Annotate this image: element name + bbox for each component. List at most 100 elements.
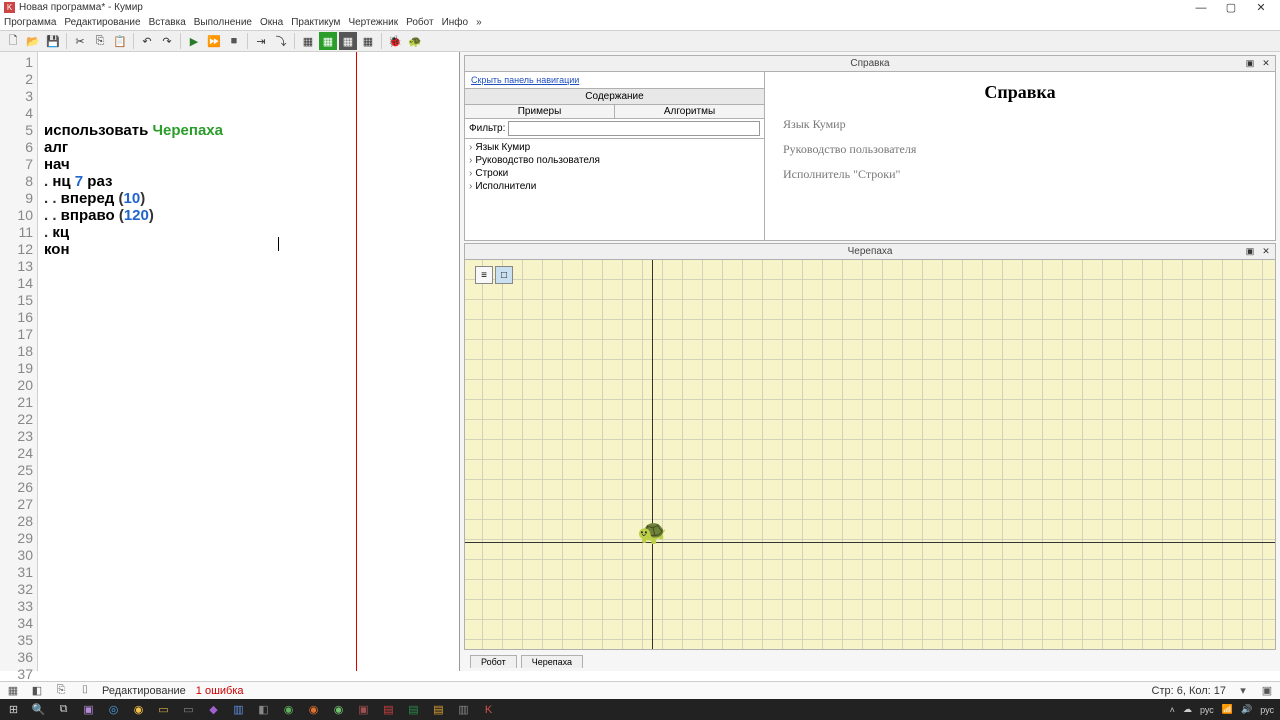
main-area: 1234567891011121314151617181920212223242… — [0, 52, 1280, 671]
run-fast-button[interactable]: ⏩ — [205, 32, 223, 50]
chrome-icon[interactable]: ◉ — [127, 701, 150, 719]
menu-»[interactable]: » — [476, 17, 482, 28]
help-restore-button[interactable]: ▣ — [1243, 58, 1257, 70]
open-button[interactable]: 📂 — [24, 32, 42, 50]
wifi-icon[interactable]: 📶 — [1222, 704, 1233, 715]
sb-end2[interactable]: ▣ — [1260, 684, 1274, 698]
menu-Редактирование[interactable]: Редактирование — [64, 17, 140, 28]
help-content: Справка Язык КумирРуководство пользовате… — [765, 72, 1275, 240]
actor1-button[interactable]: 🐞 — [386, 32, 404, 50]
sb-icon3[interactable]: ⎘ — [54, 684, 68, 698]
status-error: 1 ошибка — [196, 685, 244, 697]
hide-nav-link[interactable]: Скрыть панель навигации — [465, 72, 764, 88]
filter-label: Фильтр: — [469, 123, 505, 134]
app2-icon[interactable]: ▭ — [177, 701, 200, 719]
grid-green-button[interactable]: ▦ — [319, 32, 337, 50]
menu-Вставка[interactable]: Вставка — [149, 17, 186, 28]
cut-button[interactable]: ✂ — [71, 32, 89, 50]
app7-icon[interactable]: ◉ — [327, 701, 350, 719]
menu-Практикум[interactable]: Практикум — [291, 17, 340, 28]
toc-item[interactable]: Язык Кумир — [469, 141, 760, 154]
maximize-button[interactable]: ▢ — [1216, 0, 1246, 15]
search-icon[interactable]: 🔍 — [27, 701, 50, 719]
sb-icon2[interactable]: ◧ — [30, 684, 44, 698]
bottom-tab-Робот[interactable]: Робот — [470, 655, 517, 668]
undo-button[interactable]: ↶ — [138, 32, 156, 50]
help-link[interactable]: Язык Кумир — [783, 117, 1257, 132]
vs-icon[interactable]: ◆ — [202, 701, 225, 719]
stop-button[interactable]: ■ — [225, 32, 243, 50]
sb-icon4[interactable]: ⌷ — [78, 684, 92, 698]
window-buttons: — ▢ ✕ — [1186, 0, 1276, 15]
actor2-button[interactable]: 🐢 — [406, 32, 424, 50]
grid-large-button[interactable]: ▦ — [299, 32, 317, 50]
menu-Программа[interactable]: Программа — [4, 17, 56, 28]
help-link[interactable]: Исполнитель "Строки" — [783, 167, 1257, 182]
x-axis — [465, 542, 1275, 543]
kumir-task-icon[interactable]: K — [477, 701, 500, 719]
app9-icon[interactable]: ▤ — [427, 701, 450, 719]
turtle-reset-button[interactable]: □ — [495, 266, 513, 284]
toc-item[interactable]: Руководство пользователя — [469, 154, 760, 167]
redo-button[interactable]: ↷ — [158, 32, 176, 50]
minimize-button[interactable]: — — [1186, 0, 1216, 15]
app5-icon[interactable]: ◉ — [277, 701, 300, 719]
copy-button[interactable]: ⎘ — [91, 32, 109, 50]
turtle-menu-button[interactable]: ≡ — [475, 266, 493, 284]
sound-icon[interactable]: 🔊 — [1241, 704, 1252, 715]
taskview-icon[interactable]: ⧉ — [52, 701, 75, 719]
step-button[interactable]: ⇥ — [252, 32, 270, 50]
menu-Выполнение[interactable]: Выполнение — [194, 17, 252, 28]
grid-dark-button[interactable]: ▦ — [339, 32, 357, 50]
start-button[interactable]: ⊞ — [2, 701, 25, 719]
menu-Чертежник[interactable]: Чертежник — [348, 17, 398, 28]
step-into-button[interactable]: ⤵ — [272, 32, 290, 50]
paste-button[interactable]: 📋 — [111, 32, 129, 50]
toc-item[interactable]: Исполнители — [469, 180, 760, 193]
help-subtab-Алгоритмы[interactable]: Алгоритмы — [615, 105, 764, 118]
edge-icon[interactable]: ◎ — [102, 701, 125, 719]
sb-end1[interactable]: ▾ — [1236, 684, 1250, 698]
toc-item[interactable]: Строки — [469, 167, 760, 180]
grid-lines — [465, 260, 1275, 649]
bottom-tab-Черепаха[interactable]: Черепаха — [521, 655, 583, 668]
help-link[interactable]: Руководство пользователя — [783, 142, 1257, 157]
app4-icon[interactable]: ◧ — [252, 701, 275, 719]
app8-icon[interactable]: ▣ — [352, 701, 375, 719]
menu-Инфо[interactable]: Инфо — [442, 17, 469, 28]
y-axis — [652, 260, 653, 649]
menu-Окна[interactable]: Окна — [260, 17, 283, 28]
turtle-panel: Черепаха ▣ ✕ ≡ □ 🐢 — [464, 243, 1276, 650]
cloud-icon[interactable]: ☁ — [1183, 704, 1192, 715]
filter-input[interactable] — [508, 121, 760, 136]
explorer-icon[interactable]: ▭ — [152, 701, 175, 719]
close-button[interactable]: ✕ — [1246, 0, 1276, 15]
help-subtab-Примеры[interactable]: Примеры — [465, 105, 615, 118]
grid-small-button[interactable]: ▦ — [359, 32, 377, 50]
app10-icon[interactable]: ▥ — [452, 701, 475, 719]
tray-lang2[interactable]: рус — [1260, 705, 1274, 715]
code-editor[interactable]: использовать Черепахаалгнач. нц 7 раз. .… — [38, 52, 459, 671]
excel-icon[interactable]: ▤ — [402, 701, 425, 719]
run-button[interactable]: ▶ — [185, 32, 203, 50]
sb-icon1[interactable]: ▦ — [6, 684, 20, 698]
pdf-icon[interactable]: ▤ — [377, 701, 400, 719]
text-cursor — [278, 237, 279, 251]
turtle-title-text: Черепаха — [848, 246, 893, 257]
turtle-canvas[interactable]: ≡ □ 🐢 — [465, 260, 1275, 649]
tray-lang[interactable]: рус — [1200, 705, 1214, 715]
turtle-close-button[interactable]: ✕ — [1259, 246, 1273, 258]
save-button[interactable]: 💾 — [44, 32, 62, 50]
app3-icon[interactable]: ▥ — [227, 701, 250, 719]
app1-icon[interactable]: ▣ — [77, 701, 100, 719]
help-panel-title-text: Справка — [850, 58, 889, 69]
tray-up-icon[interactable]: ˄ — [1170, 705, 1175, 715]
new-button[interactable]: 🗋 — [4, 32, 22, 50]
help-panel-title: Справка ▣ ✕ — [465, 56, 1275, 72]
app6-icon[interactable]: ◉ — [302, 701, 325, 719]
menu-Робот[interactable]: Робот — [406, 17, 433, 28]
help-close-button[interactable]: ✕ — [1259, 58, 1273, 70]
turtle-restore-button[interactable]: ▣ — [1243, 246, 1257, 258]
turtle-panel-title: Черепаха ▣ ✕ — [465, 244, 1275, 260]
help-tab-Содержание[interactable]: Содержание — [465, 89, 764, 104]
